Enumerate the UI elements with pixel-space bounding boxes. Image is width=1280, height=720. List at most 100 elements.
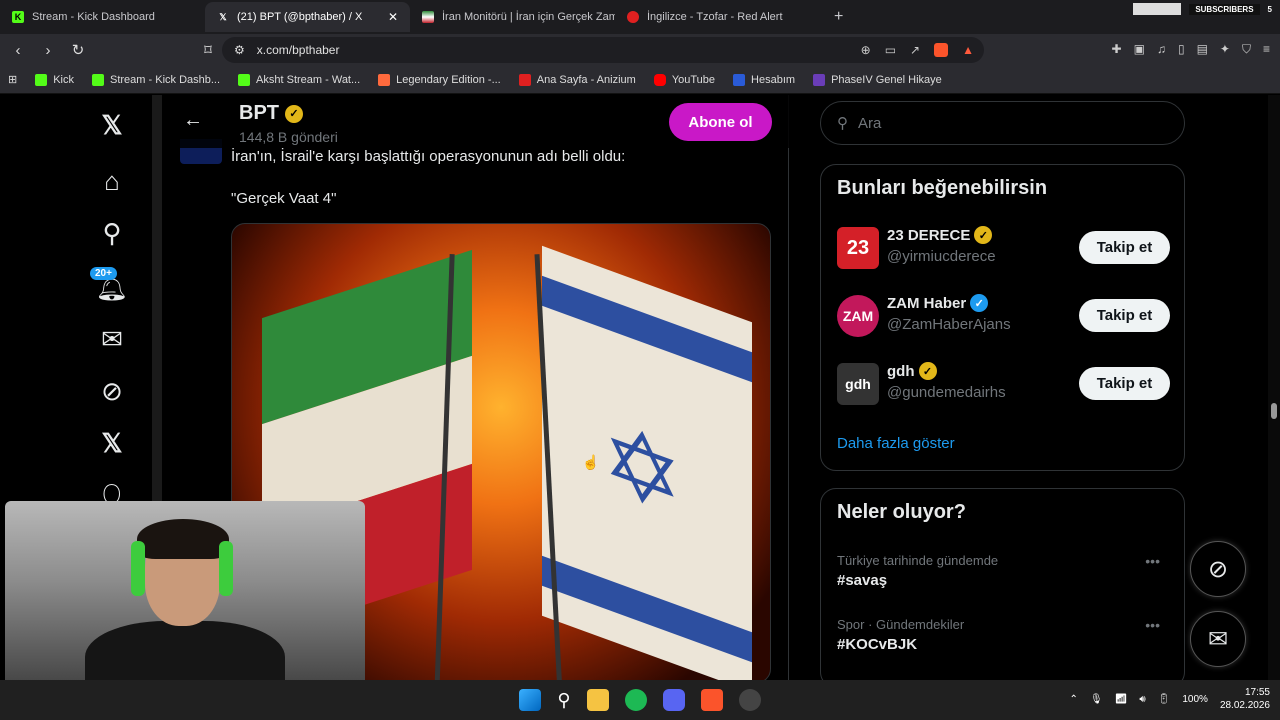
bookmark-item[interactable]: Aksht Stream - Wat... (238, 73, 361, 86)
bookmark-item[interactable]: Kick (35, 73, 74, 86)
show-more-link[interactable]: Daha fazla göster (837, 435, 955, 452)
apps-icon[interactable]: ⊞ (8, 73, 17, 86)
site-settings-icon[interactable]: ⚙ (234, 43, 245, 57)
who-to-follow-card: Bunları beğenebilirsin 23 23 DERECE ✓ @yi… (820, 164, 1185, 471)
clock[interactable]: 17:55 28.02.2026 (1220, 686, 1270, 712)
search-icon: ⚲ (837, 115, 848, 132)
scrollbar-thumb[interactable] (1271, 403, 1277, 419)
bookmark-label: Aksht Stream - Wat... (256, 73, 361, 86)
name-text: ZAM Haber (887, 294, 967, 312)
back-icon[interactable]: ‹ (6, 42, 30, 59)
anizium-icon (518, 73, 531, 86)
share-icon[interactable]: ↗ (910, 43, 920, 57)
follow-button[interactable]: Takip et (1079, 367, 1170, 400)
messages-fab-icon[interactable]: ✉ (1190, 611, 1246, 667)
tab-tzofar[interactable]: İngilizce - Tzofar - Red Alert (615, 2, 820, 32)
brave-shields-icon[interactable] (934, 43, 949, 57)
premium-x-icon[interactable]: 𝕏 (88, 425, 136, 461)
tab-kick-dashboard[interactable]: K Stream - Kick Dashboard (0, 2, 205, 32)
address-bar-row: ‹ › ↻ ⌑ ⚙ x.com/bpthaber ⊕ ▭ ↗ ▲ ✚ ▣ ♫ ▯… (0, 34, 1280, 66)
trends-card: Neler oluyor? Türkiye tarihinde gündemde… (820, 488, 1185, 680)
kick-icon (92, 73, 104, 86)
account-icon (733, 73, 746, 86)
battery-icon[interactable]: 🔋︎ (1158, 694, 1171, 705)
bookmark-icon[interactable]: ⌑ (196, 41, 220, 59)
profile-name-text: BPT (239, 102, 279, 124)
music-icon[interactable]: ♫ (1157, 42, 1166, 57)
bookmark-item[interactable]: Stream - Kick Dashb... (92, 73, 220, 86)
headset-icon (219, 541, 233, 596)
tab-iran-monitor[interactable]: İran Monitörü | İran için Gerçek Zama (410, 2, 615, 32)
bookmark-item[interactable]: Hesabım (733, 73, 795, 86)
volume-icon[interactable]: 🔊︎ (1139, 694, 1145, 705)
follow-button[interactable]: Takip et (1079, 231, 1170, 264)
battery-percent: 100% (1182, 693, 1208, 705)
grok-fab-icon[interactable]: ⊘ (1190, 541, 1246, 597)
avatar: gdh (837, 363, 879, 405)
tab-title: Stream - Kick Dashboard (32, 11, 155, 23)
vpn-icon[interactable]: ⛉ (1242, 42, 1251, 57)
zoom-icon[interactable]: ⊕ (861, 43, 871, 57)
forward-icon[interactable]: › (36, 42, 60, 59)
name-text: gdh (887, 362, 915, 380)
more-options-icon[interactable]: ••• (1145, 553, 1160, 569)
follow-button[interactable]: Takip et (1079, 299, 1170, 332)
bookmark-item[interactable]: Ana Sayfa - Anizium (518, 73, 636, 86)
discord-icon[interactable] (662, 689, 685, 711)
headset-icon (131, 541, 145, 596)
suggestion-item[interactable]: gdh gdh ✓ @gundemedairhs Takip et (837, 359, 1170, 409)
obs-icon[interactable] (738, 689, 761, 711)
kick-icon: K (12, 11, 24, 23)
post-quote: "Gerçek Vaat 4" (231, 190, 337, 207)
back-arrow-icon[interactable]: ← (183, 109, 203, 132)
more-options-icon[interactable]: ••• (1145, 617, 1160, 633)
wifi-icon[interactable]: 📶︎ (1115, 694, 1128, 705)
wallet-icon[interactable]: ▤ (1197, 42, 1208, 57)
grok-icon[interactable]: ⊘ (88, 373, 136, 409)
suggestion-item[interactable]: 23 23 DERECE ✓ @yirmiucderece Takip et (837, 223, 1170, 273)
kick-icon (35, 73, 48, 86)
file-explorer-icon[interactable] (586, 689, 609, 711)
tab-title: İran Monitörü | İran için Gerçek Zama (442, 11, 615, 23)
windows-start-icon[interactable] (519, 689, 542, 711)
tab-title: (21) BPT (@bpthaber) / X (237, 11, 363, 23)
brave-icon[interactable] (700, 689, 723, 711)
tab-bpt-x[interactable]: 𝕏 (21) BPT (@bpthaber) / X ✕ (205, 2, 410, 32)
bookmark-item[interactable]: PhaseIV Genel Hikaye (813, 73, 942, 86)
trend-tag: #savaş (837, 572, 888, 589)
x-logo-icon[interactable]: 𝕏 (88, 107, 136, 143)
israel-flag-graphic: ✡ (542, 245, 752, 680)
windows-taskbar: ⚲ ⌃ 🎙︎ 📶︎ 🔊︎ 🔋︎ 100% 17:55 28.02.2026 (0, 680, 1280, 720)
scrollbar[interactable] (1268, 95, 1280, 680)
cast-icon[interactable]: ▭ (885, 43, 896, 57)
search-icon[interactable]: ⚲ (557, 690, 570, 711)
verified-badge-icon: ✓ (918, 362, 937, 380)
search-placeholder: Ara (858, 114, 882, 132)
clock-date: 28.02.2026 (1219, 700, 1270, 711)
menu-icon[interactable]: ≡ (1263, 42, 1270, 57)
subscribe-button[interactable]: Abone ol (669, 103, 772, 141)
tab-bar: K Stream - Kick Dashboard 𝕏 (21) BPT (@b… (0, 0, 1280, 34)
sidebar-icon[interactable]: ▯ (1178, 42, 1185, 57)
trend-item[interactable]: Spor · Gündemdekiler #KOCvBJK ••• (837, 617, 1170, 653)
messages-icon[interactable]: ✉ (88, 321, 136, 357)
url-field[interactable]: ⚙ x.com/bpthaber ⊕ ▭ ↗ ▲ (222, 37, 984, 63)
search-box[interactable]: ⚲ Ara (820, 101, 1185, 145)
bookmark-item[interactable]: YouTube (653, 73, 715, 86)
search-icon[interactable]: ⚲ (88, 215, 136, 251)
home-icon[interactable]: ⌂ (88, 163, 136, 199)
close-tab-icon[interactable]: ✕ (388, 10, 398, 24)
chevron-up-icon[interactable]: ⌃ (1070, 694, 1078, 705)
bookmark-item[interactable]: Legendary Edition -... (378, 73, 501, 86)
suggestion-item[interactable]: ZAM ZAM Haber ✓ @ZamHaberAjans Takip et (837, 291, 1170, 341)
spotify-icon[interactable] (624, 689, 647, 711)
reload-icon[interactable]: ↻ (66, 41, 90, 59)
leo-icon[interactable]: ✦ (1220, 42, 1230, 57)
brave-rewards-icon[interactable]: ▲ (962, 43, 974, 57)
new-tab-button[interactable]: + (834, 8, 843, 26)
screenshot-icon[interactable]: ▣ (1134, 42, 1145, 57)
microphone-icon[interactable]: 🎙︎ (1090, 694, 1103, 705)
verified-badge-icon: ✓ (974, 226, 993, 244)
trend-item[interactable]: Türkiye tarihinde gündemde #savaş ••• (837, 553, 1170, 589)
extensions-icon[interactable]: ✚ (1112, 42, 1122, 57)
